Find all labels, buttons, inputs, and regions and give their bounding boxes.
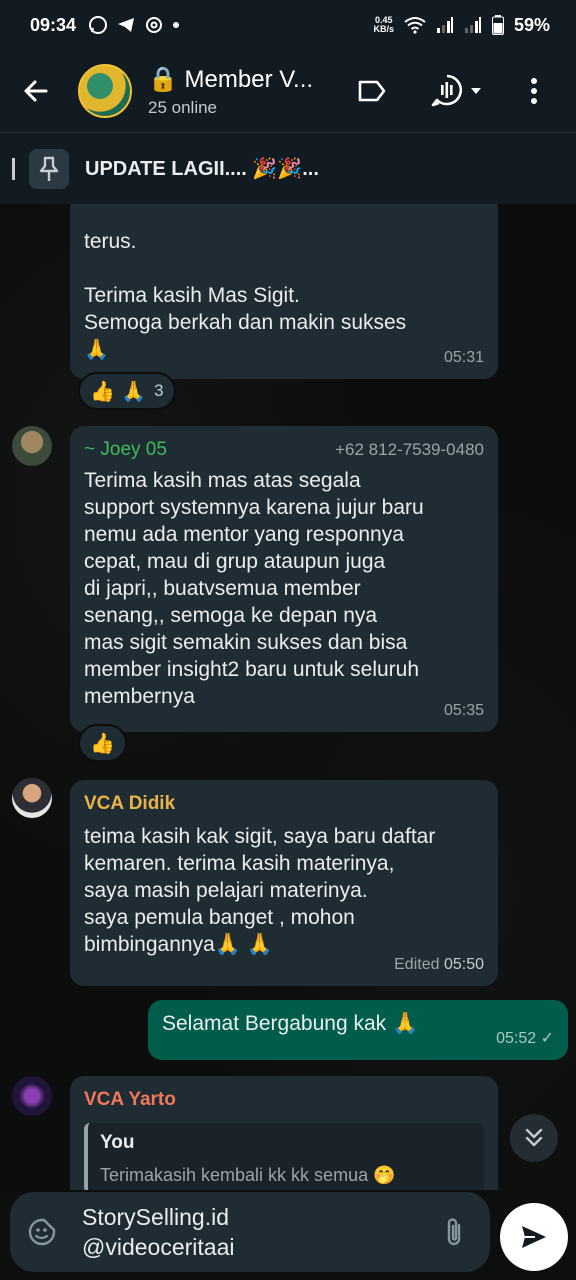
sent-tick-icon: ✓: [540, 1030, 554, 1047]
message-bubble[interactable]: ~ Joey 05 +62 812-7539-0480 Terima kasih…: [70, 426, 498, 732]
message-line: kemaren. terima kasih materinya,: [84, 852, 395, 875]
message-text: Selamat Bergabung kak 🙏: [162, 1012, 419, 1035]
notification-icons: [88, 15, 180, 35]
message-text: teima kasih kak sigit, saya baru daftar …: [84, 823, 484, 958]
menu-button[interactable]: [510, 67, 558, 115]
message-time-block: 05:52 ✓: [496, 1025, 554, 1052]
reaction-emojis: 👍 🙏: [90, 379, 147, 403]
message-line: 🙏: [84, 337, 109, 361]
back-button[interactable]: [8, 63, 64, 119]
input-line: @videoceritaai: [82, 1234, 235, 1260]
sender-phone: +62 812-7539-0480: [335, 440, 484, 459]
send-icon: [522, 1226, 546, 1248]
whatsapp-icon: [89, 16, 108, 34]
pinned-text: UPDATE LAGII.... 🎉🎉...: [85, 158, 319, 180]
reaction-emojis: 👍: [90, 731, 115, 755]
message-time: 05:35: [443, 702, 484, 719]
quote-author: You: [100, 1132, 135, 1153]
message-composer[interactable]: StorySelling.id @videoceritaai: [10, 1192, 490, 1272]
sender-name[interactable]: VCA Didik: [84, 790, 175, 817]
sender-row: VCA Didik: [84, 790, 484, 817]
message-line: senang,, semoga ke depan nya: [84, 604, 378, 627]
status-left: 09:34: [30, 15, 180, 36]
message-line: terus.: [84, 230, 137, 253]
message-line: Terima kasih Mas Sigit.: [84, 284, 300, 307]
message-bubble[interactable]: VCA Didik teima kasih kak sigit, saya ba…: [70, 780, 498, 986]
pin-icon: [39, 156, 59, 181]
message-bubble[interactable]: VCA Yarto You Terimakasih kembali kk kk …: [70, 1076, 498, 1190]
sticker-button[interactable]: [18, 1208, 66, 1256]
quoted-message[interactable]: You Terimakasih kembali kk kk semua 🤭: [84, 1123, 484, 1190]
reaction-chip[interactable]: 👍: [78, 724, 127, 762]
voice-chat-icon: [431, 74, 481, 107]
message-line: teima kasih kak sigit, saya baru daftar: [84, 825, 436, 848]
quote-text: Terimakasih kembali kk kk semua 🤭: [100, 1165, 396, 1185]
message-line: membernya: [84, 685, 195, 708]
dot-icon: [173, 22, 180, 28]
message-text: terus. Terima kasih Mas Sigit. Semoga be…: [84, 228, 484, 363]
message-line: nemu ada mentor yang responnya: [84, 523, 404, 546]
group-avatar[interactable]: [78, 64, 132, 118]
edited-label: Edited: [394, 956, 440, 973]
voice-chat-button[interactable]: [424, 67, 494, 115]
arrow-left-icon: [24, 80, 48, 102]
message-line: di japri,, buatvsemua member: [84, 577, 361, 600]
message-text: Terima kasih mas atas segala support sys…: [84, 467, 484, 710]
message-bubble[interactable]: terus. Terima kasih Mas Sigit. Semoga be…: [70, 204, 498, 379]
status-right: 0.45 KB/s 59%: [373, 15, 550, 36]
telegram-icon: [118, 18, 135, 32]
label-icon: [358, 80, 386, 102]
battery-percent: 59%: [513, 14, 550, 35]
message-time: 05:52: [496, 1030, 537, 1047]
outgoing-message-bubble[interactable]: Selamat Bergabung kak 🙏 05:52 ✓: [148, 1000, 568, 1060]
message-line: cepat, mau di grup ataupun juga: [84, 550, 386, 573]
message-input[interactable]: StorySelling.id @videoceritaai: [82, 1202, 432, 1262]
message-line: Semoga berkah dan makin sukses: [84, 311, 407, 334]
message-time-block: Edited 05:50: [394, 951, 484, 978]
sender-row: VCA Yarto: [84, 1086, 484, 1113]
attach-button[interactable]: [432, 1208, 476, 1256]
message-line: saya masih pelajari materinya.: [84, 879, 368, 902]
net-speed-unit: KB/s: [373, 24, 394, 34]
message-time: 05:50: [443, 956, 484, 973]
message-line: saya pemula banget , mohon: [84, 906, 355, 929]
message-line: member insight2 baru untuk seluruh: [84, 658, 420, 681]
send-button[interactable]: [500, 1203, 568, 1271]
reaction-chip[interactable]: 👍 🙏 3: [78, 372, 176, 410]
net-speed: 0.45 KB/s: [373, 16, 394, 34]
chat-header: 🔒 Member V... 25 online: [0, 50, 576, 132]
scroll-to-bottom-button[interactable]: [510, 1114, 558, 1162]
battery-icon: [491, 15, 504, 35]
sender-name[interactable]: VCA Yarto: [84, 1086, 176, 1113]
label-button[interactable]: [348, 67, 396, 115]
threads-icon: [146, 17, 163, 33]
avatar[interactable]: [12, 426, 52, 466]
signal-2-icon: [464, 17, 481, 33]
pin-button[interactable]: [29, 148, 69, 189]
avatar[interactable]: [12, 778, 52, 818]
paperclip-icon: [447, 1218, 461, 1246]
reaction-count: 3: [154, 381, 164, 400]
group-title: 🔒 Member V...: [148, 65, 314, 93]
signal-1-icon: [436, 17, 453, 33]
avatar[interactable]: [12, 1076, 52, 1116]
double-chevron-down-icon: [525, 1128, 543, 1147]
more-vertical-icon: [531, 78, 537, 104]
sender-row: ~ Joey 05 +62 812-7539-0480: [84, 436, 484, 463]
message-line: support systemnya karena jujur baru: [84, 496, 424, 519]
pinned-message-bar[interactable]: UPDATE LAGII.... 🎉🎉...: [0, 132, 576, 204]
sender-name[interactable]: ~ Joey 05: [84, 436, 167, 463]
message-line: Terima kasih mas atas segala: [84, 469, 361, 492]
wifi-icon: [404, 17, 426, 34]
input-line: StorySelling.id: [82, 1204, 230, 1230]
sticker-icon: [28, 1218, 56, 1246]
status-time: 09:34: [30, 14, 77, 35]
pinned-indicator: [12, 157, 15, 180]
group-title-block[interactable]: 🔒 Member V... 25 online: [148, 65, 328, 118]
status-bar: 09:34 0.45 KB/s 59%: [0, 0, 576, 50]
message-time: 05:31: [443, 349, 484, 366]
online-count: 25 online: [148, 97, 218, 117]
chat-area[interactable]: terus. Terima kasih Mas Sigit. Semoga be…: [0, 204, 576, 1190]
message-line: mas sigit semakin sukses dan bisa: [84, 631, 408, 654]
